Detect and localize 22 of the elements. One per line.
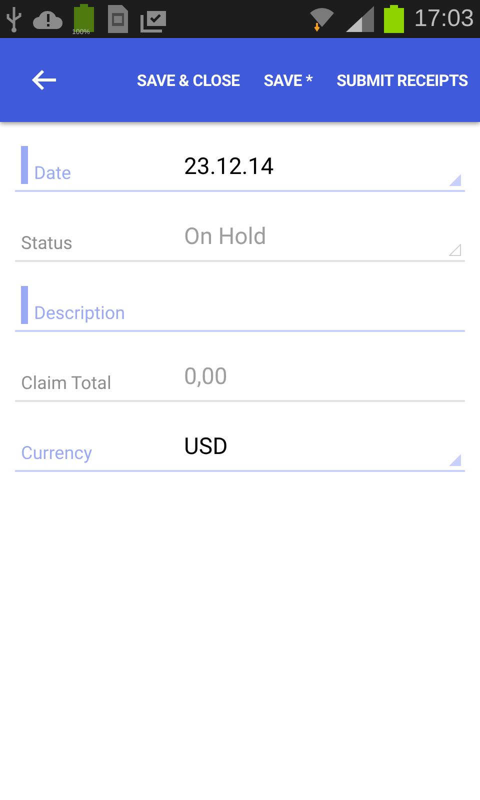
field-label: Claim Total — [20, 373, 112, 394]
field-label: Status — [20, 233, 74, 254]
field-label: Date — [34, 163, 72, 184]
toolbar-action[interactable]: SUBMIT RECEIPTS — [336, 64, 468, 96]
dropdown-corner-icon — [449, 454, 461, 466]
toolbar-action[interactable]: SAVE & CLOSE — [136, 64, 240, 96]
sim-card-icon — [106, 4, 130, 34]
toolbar-action[interactable]: SAVE * — [264, 64, 313, 96]
clock-time: 17:03 — [414, 5, 474, 33]
back-arrow-icon — [30, 68, 58, 92]
dropdown-field: On Hold — [184, 222, 465, 250]
dropdown-field[interactable]: 23.12.14 — [184, 152, 465, 180]
input-field: 0,00 — [184, 362, 465, 390]
field-label: Description — [34, 303, 126, 324]
dropdown-corner-icon — [449, 174, 461, 186]
usb-icon — [6, 5, 22, 33]
field-label: Currency — [20, 443, 94, 464]
battery-icon — [384, 5, 404, 33]
dropdown-field[interactable]: USD — [184, 432, 465, 460]
signal-icon — [346, 6, 374, 32]
dropdown-corner-icon — [449, 244, 461, 256]
wifi-icon — [308, 5, 336, 33]
